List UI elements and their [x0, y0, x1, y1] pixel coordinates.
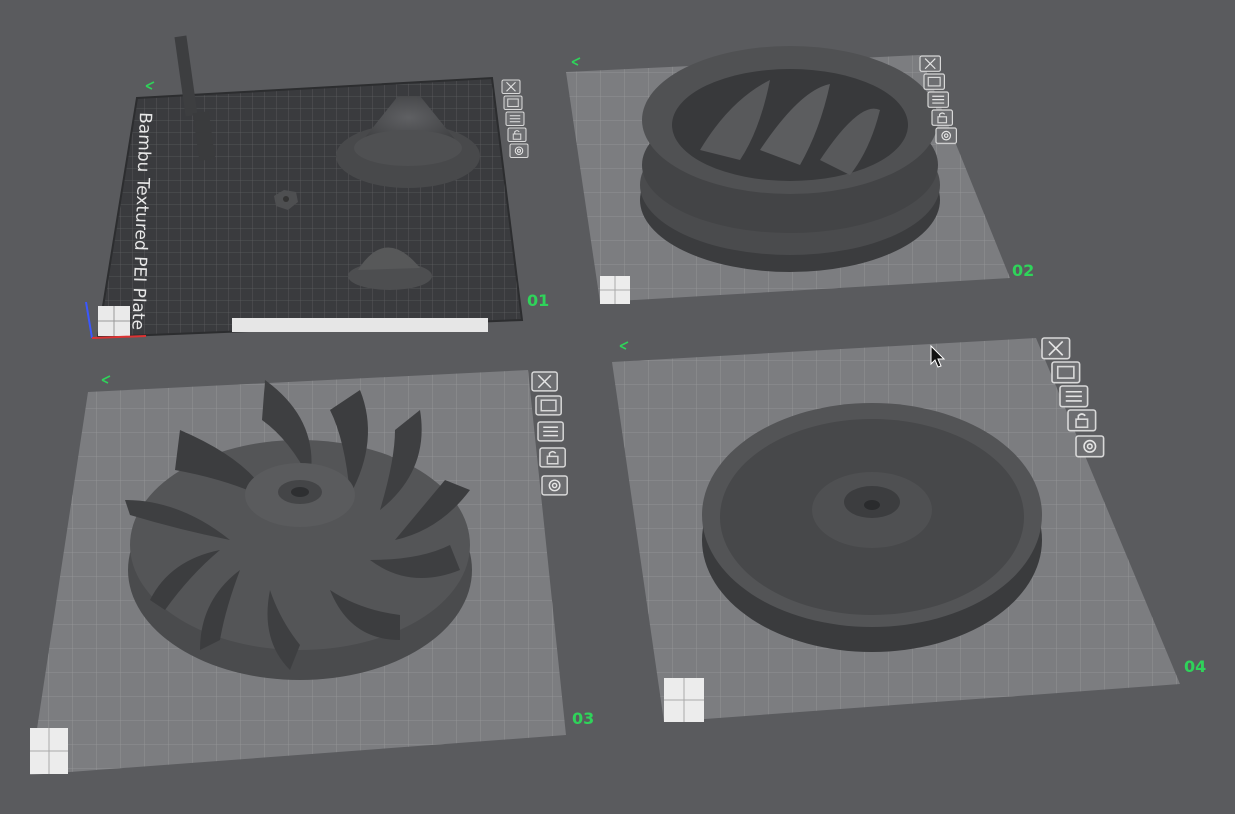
plate-04[interactable]: 04	[612, 337, 1206, 722]
model-fan-housing[interactable]	[640, 46, 940, 272]
plate-01-toolbar	[501, 79, 529, 159]
lock-icon[interactable]	[931, 109, 953, 126]
arrange-icon[interactable]	[1051, 361, 1081, 384]
plate-02[interactable]: 02	[566, 46, 1034, 304]
plate-number-01: 01	[527, 291, 549, 310]
lock-icon[interactable]	[539, 447, 566, 468]
settings-icon[interactable]	[935, 127, 957, 144]
orient-icon[interactable]	[537, 421, 564, 442]
model-pulley-disc[interactable]	[702, 403, 1042, 652]
orient-icon[interactable]	[1059, 385, 1089, 408]
settings-icon[interactable]	[1075, 435, 1105, 458]
plate-01[interactable]: Bambu Textured PEI Plate 01	[85, 35, 549, 339]
plate-edit-icon[interactable]	[145, 81, 155, 90]
plate-03[interactable]: 03	[30, 370, 594, 775]
plate-nameplate	[232, 318, 488, 332]
z-axis	[85, 301, 93, 339]
arrange-icon[interactable]	[535, 395, 562, 416]
close-icon[interactable]	[919, 55, 941, 72]
arrange-icon[interactable]	[923, 73, 945, 90]
plate-number-03: 03	[572, 709, 594, 728]
plate-number-02: 02	[1012, 261, 1034, 280]
lock-icon[interactable]	[507, 127, 527, 143]
arrange-icon[interactable]	[503, 95, 523, 111]
plate-edit-icon[interactable]	[101, 375, 111, 384]
plate-number-04: 04	[1184, 657, 1206, 676]
settings-icon[interactable]	[541, 475, 568, 496]
orient-icon[interactable]	[505, 111, 525, 127]
close-icon[interactable]	[1041, 337, 1071, 360]
orient-icon[interactable]	[927, 91, 949, 108]
close-icon[interactable]	[531, 371, 558, 392]
close-icon[interactable]	[501, 79, 521, 95]
plate-edit-icon[interactable]	[619, 341, 629, 350]
3d-viewport[interactable]: Bambu Textured PEI Plate 01 02 03 04	[0, 0, 1235, 814]
settings-icon[interactable]	[509, 143, 529, 159]
lock-icon[interactable]	[1067, 409, 1097, 432]
plate-edit-icon[interactable]	[571, 57, 581, 66]
